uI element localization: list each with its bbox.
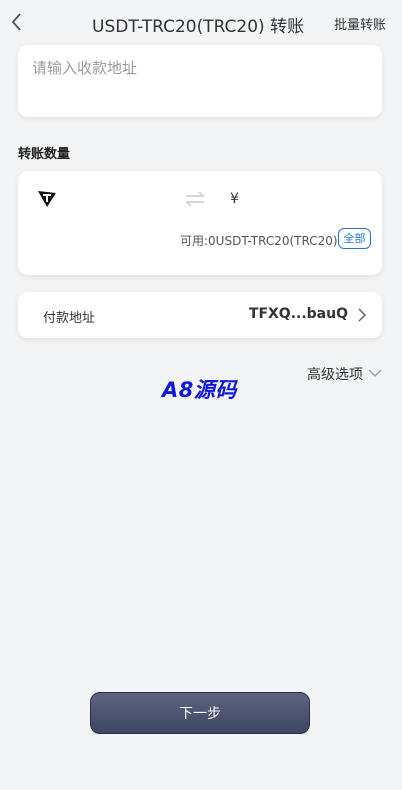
payment-address-row[interactable]: 付款地址 TFXQ...bauQ bbox=[18, 292, 382, 338]
batch-transfer-link[interactable]: 批量转账 bbox=[334, 14, 386, 33]
advanced-options-toggle[interactable]: 高级选项 bbox=[307, 364, 363, 384]
amount-card: ¥ 可用:0USDT-TRC20(TRC20) 全部 bbox=[18, 171, 382, 275]
page-title: USDT-TRC20(TRC20) 转账 bbox=[92, 17, 305, 37]
tron-token-icon bbox=[38, 191, 56, 207]
currency-symbol: ¥ bbox=[230, 191, 239, 207]
all-amount-button[interactable]: 全部 bbox=[338, 228, 371, 249]
amount-section-label: 转账数量 bbox=[18, 147, 71, 162]
back-icon[interactable] bbox=[10, 12, 24, 32]
swap-arrows-icon[interactable] bbox=[184, 191, 206, 207]
payment-address-label: 付款地址 bbox=[43, 311, 96, 326]
top-bar: USDT-TRC20(TRC20) 转账 批量转账 bbox=[0, 0, 402, 44]
chevron-down-icon bbox=[368, 369, 382, 377]
watermark-text: A8源码 bbox=[162, 378, 237, 402]
payment-address-value: TFXQ...bauQ bbox=[248, 306, 348, 322]
recipient-address-field[interactable]: 请输入收款地址 bbox=[18, 45, 382, 117]
available-balance: 可用:0USDT-TRC20(TRC20) bbox=[180, 234, 338, 248]
next-step-button[interactable]: 下一步 bbox=[90, 692, 310, 734]
recipient-address-placeholder: 请输入收款地址 bbox=[32, 59, 138, 77]
chevron-right-icon bbox=[358, 308, 367, 322]
